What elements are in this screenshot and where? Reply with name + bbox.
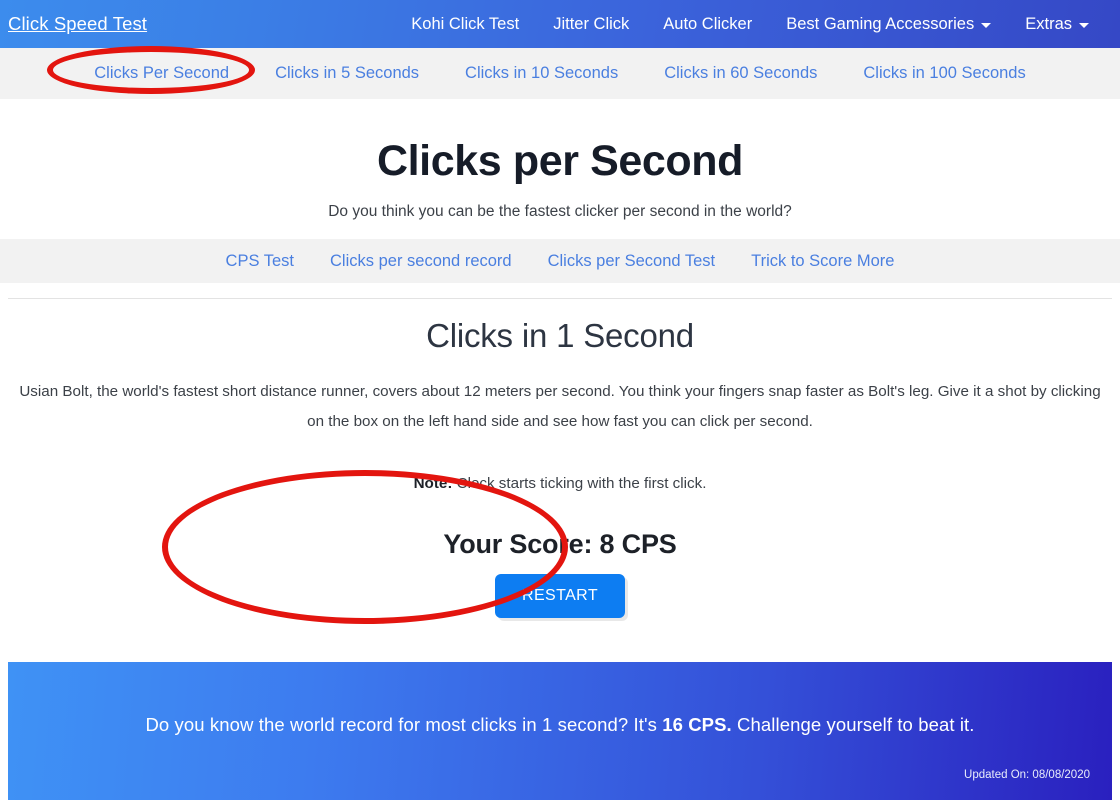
anchor-link-clicks-per-second-test[interactable]: Clicks per Second Test [530, 252, 734, 271]
nav-item-label: Jitter Click [553, 14, 630, 33]
nav-item-label: Best Gaming Accessories [786, 14, 975, 33]
hero-section: Clicks per Second Do you think you can b… [0, 99, 1120, 221]
world-record-banner: Do you know the world record for most cl… [8, 662, 1112, 800]
note-text: Clock starts ticking with the first clic… [452, 475, 707, 492]
score-readout: Your Score: 8 CPS [443, 529, 677, 559]
nav-item-label: Auto Clicker [663, 14, 753, 33]
tab-clicks-per-second[interactable]: Clicks Per Second [71, 64, 252, 83]
primary-nav: Kohi Click Test Jitter Click Auto Clicke… [394, 16, 1120, 33]
tab-clicks-in-5-seconds[interactable]: Clicks in 5 Seconds [252, 64, 442, 83]
anchor-link-clicks-per-second-record[interactable]: Clicks per second record [312, 252, 530, 271]
note-label: Note: [413, 475, 453, 492]
banner-record-highlight: 16 CPS. [662, 714, 732, 735]
tab-clicks-in-10-seconds[interactable]: Clicks in 10 Seconds [442, 64, 641, 83]
banner-text: Do you know the world record for most cl… [8, 714, 1112, 736]
chevron-down-icon [1079, 22, 1089, 28]
nav-item-jitter-click[interactable]: Jitter Click [536, 16, 646, 33]
chevron-down-icon [981, 22, 992, 28]
page-subtitle: Do you think you can be the fastest clic… [328, 203, 792, 220]
tab-clicks-in-100-seconds[interactable]: Clicks in 100 Seconds [840, 64, 1048, 83]
main-content: Clicks in 1 Second Usian Bolt, the world… [0, 299, 1120, 618]
nav-item-kohi-click-test[interactable]: Kohi Click Test [394, 16, 536, 33]
banner-text-after: Challenge yourself to beat it. [731, 714, 975, 735]
tab-clicks-in-60-seconds[interactable]: Clicks in 60 Seconds [641, 64, 840, 83]
brand-logo[interactable]: Click Speed Test [0, 13, 147, 35]
banner-text-before: Do you know the world record for most cl… [145, 714, 663, 735]
nav-item-best-gaming-accessories[interactable]: Best Gaming Accessories [769, 16, 1008, 33]
score-block: Your Score: 8 CPS RESTART [0, 529, 1120, 618]
nav-item-extras[interactable]: Extras [1008, 16, 1106, 33]
anchor-link-trick-to-score-more[interactable]: Trick to Score More [733, 252, 912, 271]
banner-updated-date: Updated On: 08/08/2020 [964, 769, 1090, 781]
nav-item-label: Kohi Click Test [411, 14, 520, 33]
top-navbar: Click Speed Test Kohi Click Test Jitter … [0, 0, 1120, 48]
note-line: Note: Clock starts ticking with the firs… [0, 475, 1120, 492]
restart-button[interactable]: RESTART [495, 574, 625, 618]
page-title: Clicks per Second [376, 137, 743, 185]
anchor-link-cps-test[interactable]: CPS Test [208, 252, 312, 271]
section-title: Clicks in 1 Second [426, 317, 694, 354]
secondary-nav: Clicks Per Second Clicks in 5 Seconds Cl… [0, 48, 1120, 99]
intro-paragraph: Usian Bolt, the world's fastest short di… [19, 383, 1101, 430]
nav-item-label: Extras [1025, 14, 1072, 33]
anchor-link-strip: CPS Test Clicks per second record Clicks… [0, 239, 1120, 283]
nav-item-auto-clicker[interactable]: Auto Clicker [646, 16, 769, 33]
